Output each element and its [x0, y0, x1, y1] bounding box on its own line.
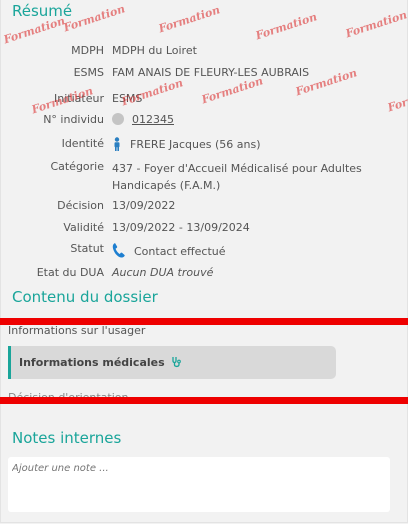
label-individu: N° individu	[43, 113, 104, 126]
value-identite: FRERE Jacques (56 ans)	[112, 137, 261, 154]
nav-item-informations-medicales[interactable]: Informations médicales	[8, 346, 336, 379]
value-categorie: 437 - Foyer d'Accueil Médicalisé pour Ad…	[112, 162, 362, 192]
value-dua: Aucun DUA trouvé	[112, 266, 214, 279]
value-decision: 13/09/2022	[112, 199, 176, 212]
nav-item-label: Informations médicales	[19, 356, 182, 371]
value-validite: 13/09/2022 - 13/09/2024	[112, 221, 250, 234]
row-statut: Statut Contact effectué	[0, 242, 400, 260]
phone-icon	[112, 242, 126, 261]
label-categorie: Catégorie	[50, 160, 104, 173]
value-statut: Contact effectué	[112, 242, 226, 261]
note-input[interactable]	[10, 462, 374, 475]
row-individu: N° individu 012345	[0, 113, 400, 131]
row-dua: Etat du DUA Aucun DUA trouvé	[0, 266, 400, 284]
label-statut: Statut	[70, 242, 104, 255]
contenu-title: Contenu du dossier	[12, 288, 158, 306]
person-icon	[112, 137, 122, 154]
avatar-placeholder-icon	[112, 113, 124, 125]
value-initiateur: ESMS	[112, 92, 143, 105]
resume-title: Résumé	[12, 2, 73, 20]
label-esms: ESMS	[73, 66, 104, 79]
label-identite: Identité	[61, 137, 104, 150]
row-validite: Validité 13/09/2022 - 13/09/2024	[0, 221, 400, 239]
redaction-bar-bottom	[0, 397, 408, 404]
row-identite: Identité FRERE Jacques (56 ans)	[0, 137, 400, 155]
individu-link[interactable]: 012345	[132, 113, 174, 126]
value-individu: 012345	[112, 113, 174, 126]
row-mdph: MDPH MDPH du Loiret	[0, 44, 400, 62]
value-mdph: MDPH du Loiret	[112, 44, 197, 57]
note-box	[8, 457, 390, 512]
statut-text: Contact effectué	[134, 245, 226, 258]
row-initiateur: Initiateur ESMS	[0, 92, 400, 110]
label-validite: Validité	[63, 221, 104, 234]
notes-title: Notes internes	[12, 429, 122, 447]
nav-item-informations-usager[interactable]: Informations sur l'usager	[8, 324, 145, 337]
label-initiateur: Initiateur	[54, 92, 104, 105]
stethoscope-icon	[171, 356, 182, 371]
row-categorie: Catégorie 437 - Foyer d'Accueil Médicali…	[0, 160, 400, 196]
identite-text: FRERE Jacques (56 ans)	[130, 138, 261, 151]
value-esms: FAM ANAIS DE FLEURY-LES AUBRAIS	[112, 66, 310, 79]
row-decision: Décision 13/09/2022	[0, 199, 400, 217]
label-decision: Décision	[57, 199, 104, 212]
row-esms: ESMS FAM ANAIS DE FLEURY-LES AUBRAIS	[0, 66, 400, 84]
label-mdph: MDPH	[71, 44, 104, 57]
label-dua: Etat du DUA	[36, 266, 104, 279]
